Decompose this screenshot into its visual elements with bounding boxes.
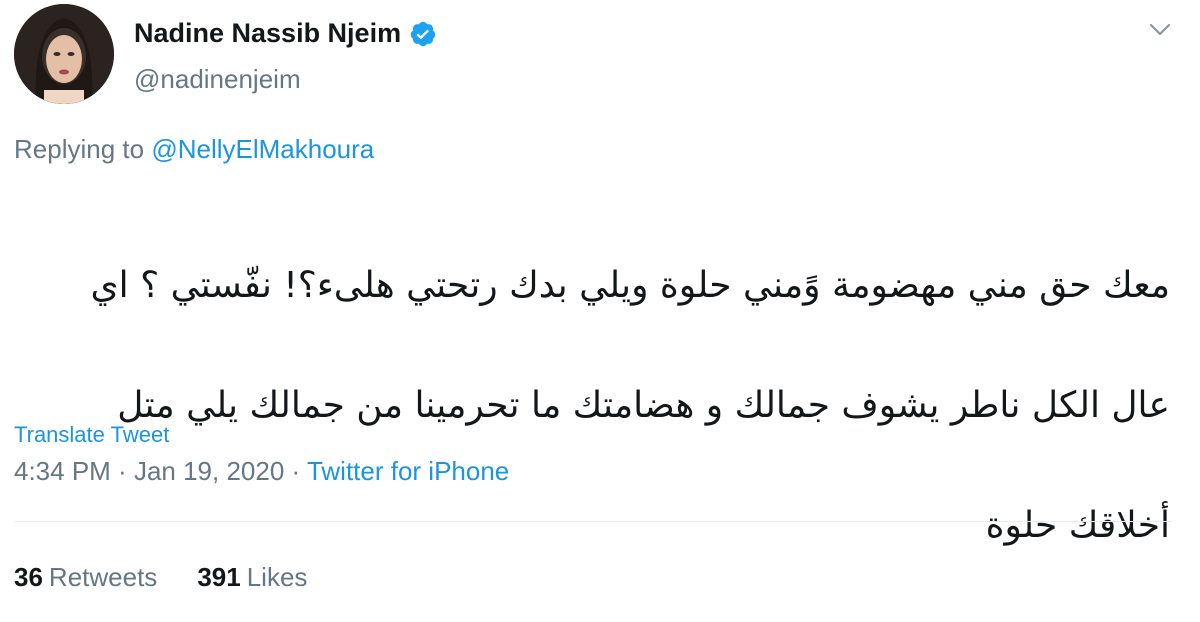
retweets-count: 36	[14, 562, 43, 592]
avatar[interactable]	[14, 4, 114, 104]
tweet-text: معك حق مني مهضومة وًمني حلوة ويلي بدك رت…	[40, 196, 1171, 616]
tweet-stats: 36 Retweets 391 Likes	[14, 562, 307, 593]
translate-tweet-link[interactable]: Translate Tweet	[14, 422, 169, 448]
meta-separator: ·	[110, 456, 134, 486]
tweet-text-line: أخلاقك حلوة	[985, 505, 1170, 546]
author-handle[interactable]: @nadinenjeim	[134, 64, 301, 95]
retweets-stat[interactable]: 36 Retweets	[14, 562, 157, 593]
display-name[interactable]: Nadine Nassib Njeim	[134, 18, 401, 49]
verified-badge-icon	[409, 20, 437, 48]
tweet-source-link[interactable]: Twitter for iPhone	[307, 456, 509, 486]
tweet-time[interactable]: 4:34 PM	[14, 456, 111, 486]
chevron-down-icon[interactable]	[1148, 22, 1172, 38]
divider	[14, 521, 1172, 522]
author-name-row: Nadine Nassib Njeim	[134, 18, 437, 49]
replying-prefix: Replying to	[14, 134, 152, 164]
tweet-date[interactable]: Jan 19, 2020	[134, 456, 284, 486]
likes-label: Likes	[246, 562, 308, 592]
likes-count: 391	[197, 562, 241, 592]
meta-separator: ·	[284, 456, 307, 486]
replying-to: Replying to @NellyElMakhoura	[14, 134, 374, 165]
retweets-label: Retweets	[48, 562, 158, 592]
tweet-text-line: معك حق مني مهضومة وًمني حلوة ويلي بدك رت…	[90, 265, 1171, 306]
tweet-text-line: عال الكل ناطر يشوف جمالك و هضامتك ما تحر…	[117, 385, 1170, 426]
tweet-meta: 4:34 PM · Jan 19, 2020 · Twitter for iPh…	[14, 456, 509, 487]
avatar-image	[14, 4, 114, 104]
reply-mention-link[interactable]: @NellyElMakhoura	[151, 134, 374, 164]
likes-stat[interactable]: 391 Likes	[197, 562, 307, 593]
